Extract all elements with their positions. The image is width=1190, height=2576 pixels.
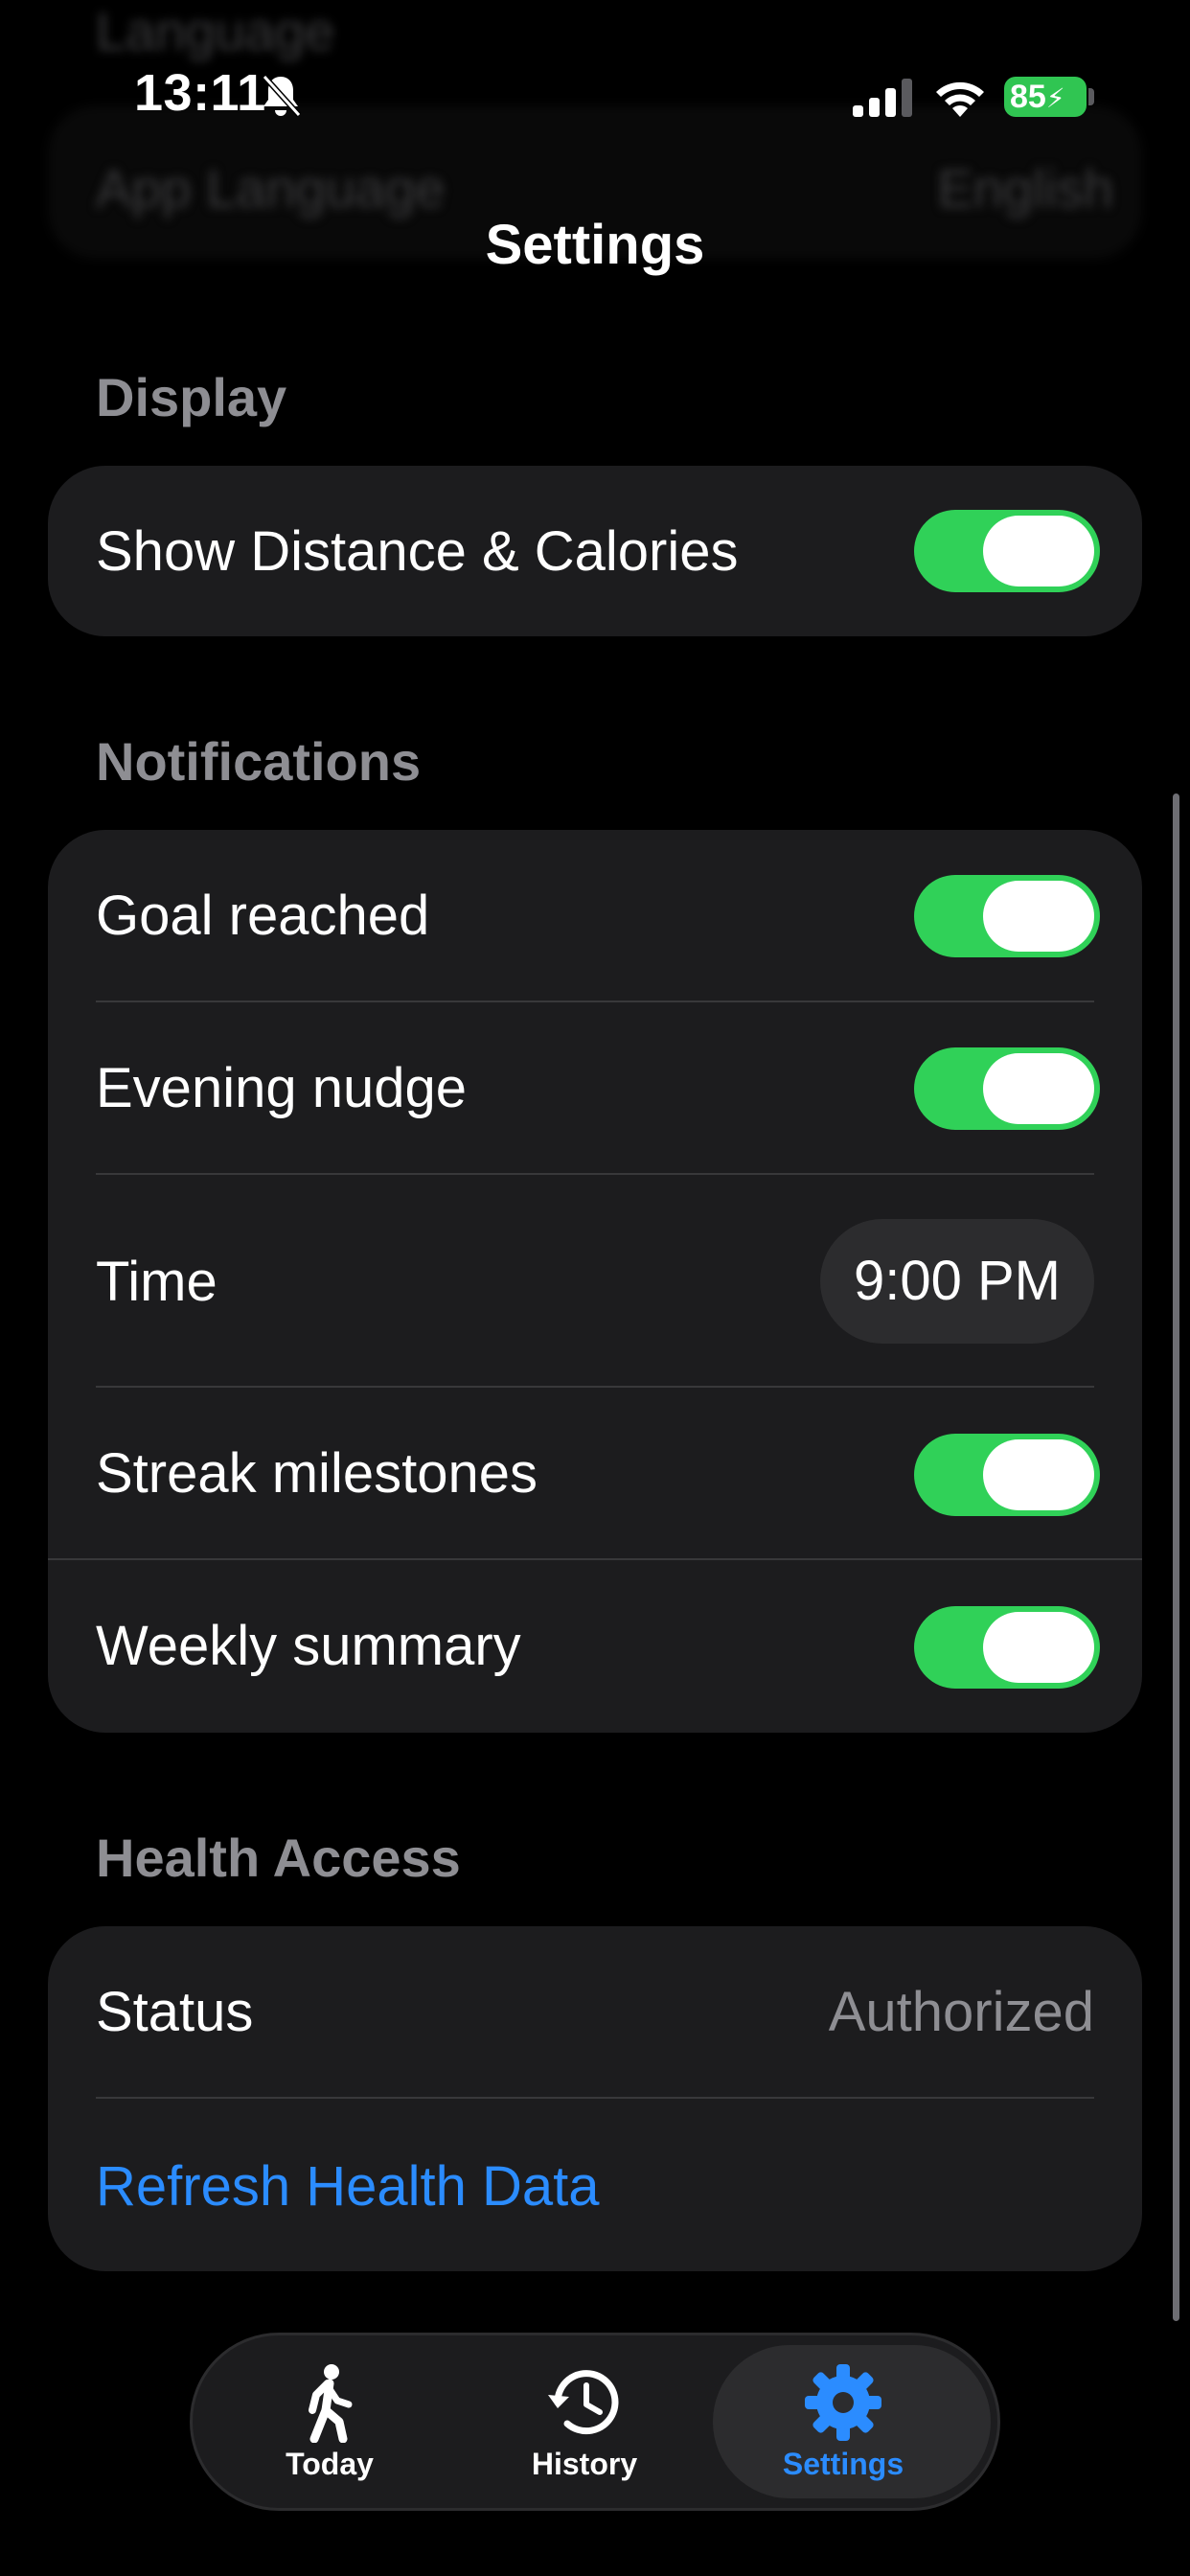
streak-milestones-label: Streak milestones (96, 1442, 538, 1505)
cellular-signal-icon (853, 79, 912, 117)
row-divider (96, 1173, 1094, 1175)
tab-today[interactable]: Today (200, 2335, 459, 2508)
streak-milestones-toggle[interactable] (914, 1434, 1100, 1516)
evening-nudge-toggle[interactable] (914, 1047, 1100, 1130)
tab-bar: Today History Settings (190, 2333, 1000, 2511)
goal-reached-label: Goal reached (96, 885, 430, 947)
row-divider (96, 1000, 1094, 1002)
gear-icon (805, 2364, 881, 2441)
row-divider (48, 1558, 1142, 1560)
tab-today-label: Today (286, 2447, 374, 2481)
figure-walk-icon (309, 2364, 353, 2443)
time-picker-button[interactable]: 9:00 PM (820, 1219, 1094, 1344)
section-header-display: Display (96, 367, 287, 427)
section-header-health-access: Health Access (96, 1828, 461, 1888)
show-distance-label: Show Distance & Calories (96, 520, 739, 583)
health-status-value: Authorized (828, 1981, 1094, 2043)
tab-history-label: History (531, 2447, 638, 2481)
section-header-notifications: Notifications (96, 731, 422, 792)
weekly-summary-label: Weekly summary (96, 1615, 521, 1677)
scrolled-section-header: Language (96, 1, 335, 61)
charging-bolt-icon: ⚡ (1045, 83, 1065, 113)
health-status-label: Status (96, 1981, 254, 2043)
status-time: 13:11 (134, 64, 266, 122)
evening-nudge-label: Evening nudge (96, 1057, 467, 1119)
battery-level: 85⚡ (1004, 77, 1087, 117)
scroll-indicator[interactable] (1173, 794, 1179, 2321)
refresh-health-data-button[interactable]: Refresh Health Data (96, 2154, 599, 2219)
tab-settings[interactable]: Settings (714, 2335, 973, 2508)
toggle-knob (983, 1439, 1094, 1510)
notifications-group: Goal reached Evening nudge Time 9:00 PM … (48, 830, 1142, 1733)
scrolled-row-value: English (937, 158, 1113, 218)
toggle-knob (983, 1612, 1094, 1683)
show-distance-toggle[interactable] (914, 510, 1100, 592)
clock-arrow-icon (548, 2370, 619, 2435)
toggle-knob (983, 881, 1094, 952)
weekly-summary-toggle[interactable] (914, 1606, 1100, 1689)
toggle-knob (983, 1053, 1094, 1124)
battery-cap (1088, 88, 1094, 105)
row-divider (96, 2097, 1094, 2099)
bell-slash-icon (262, 74, 302, 118)
row-divider (96, 1386, 1094, 1388)
tab-settings-label: Settings (782, 2447, 904, 2481)
page-title: Settings (485, 214, 705, 276)
health-access-group: Status Authorized Refresh Health Data (48, 1926, 1142, 2271)
time-label: Time (96, 1251, 217, 1313)
display-group: Show Distance & Calories (48, 466, 1142, 636)
tab-history[interactable]: History (455, 2335, 714, 2508)
goal-reached-toggle[interactable] (914, 875, 1100, 957)
scrolled-row-label: App Language (96, 158, 446, 218)
wifi-icon (936, 81, 984, 117)
toggle-knob (983, 516, 1094, 586)
